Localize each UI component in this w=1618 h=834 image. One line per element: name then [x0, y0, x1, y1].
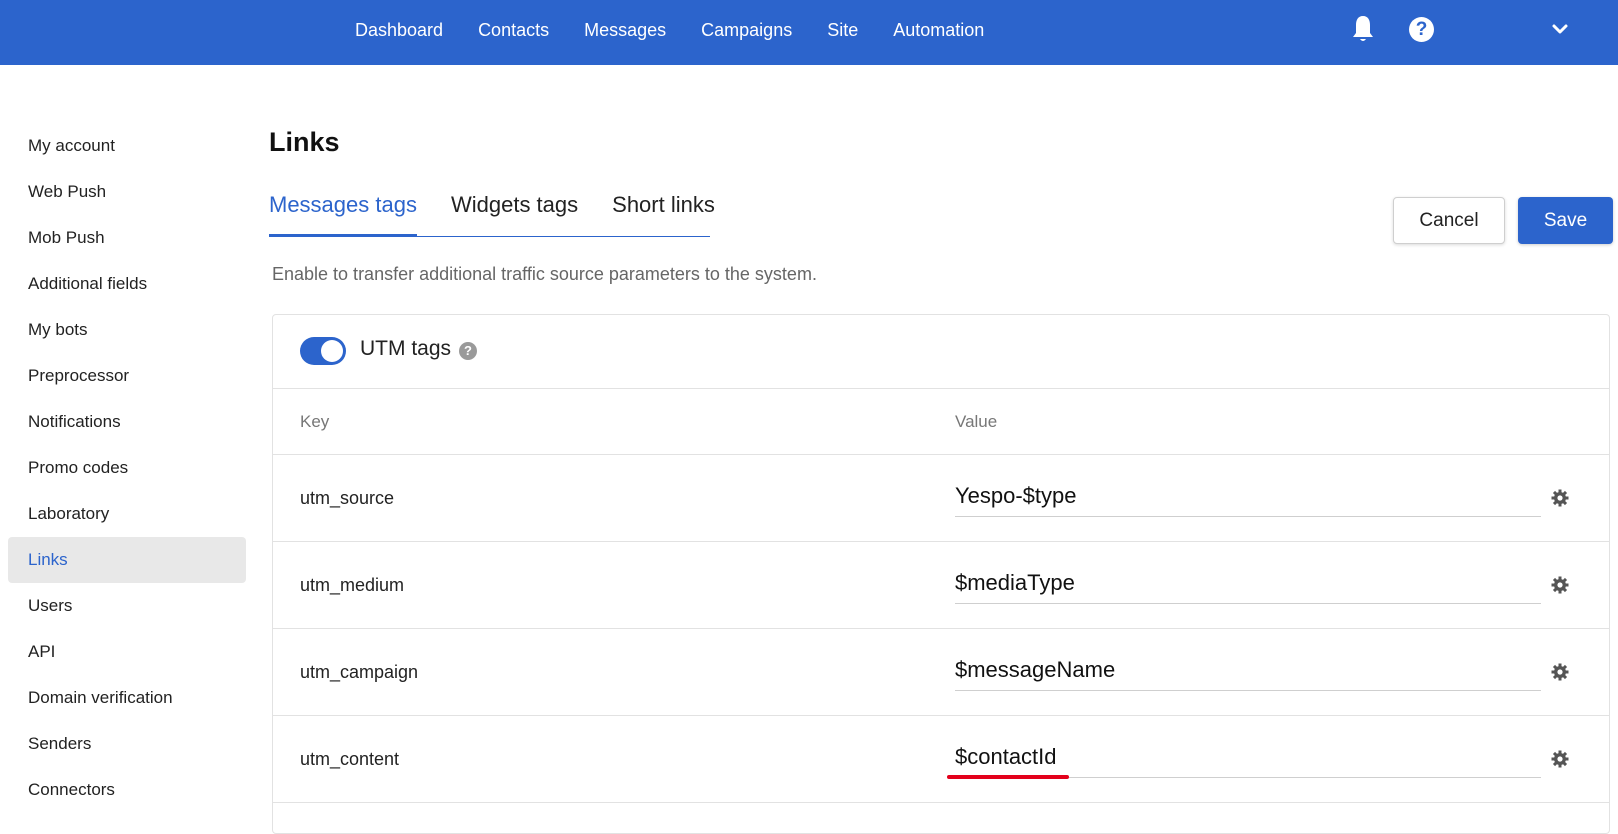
settings-sidebar: My account Web Push Mob Push Additional …: [8, 123, 246, 813]
gear-icon[interactable]: [1550, 488, 1570, 508]
column-header-value: Value: [955, 412, 998, 431]
table-row: utm_content $contactId: [273, 716, 1609, 803]
tab-widgets-tags[interactable]: Widgets tags: [451, 188, 578, 237]
row-key: utm_content: [300, 749, 400, 769]
main-nav: Dashboard Contacts Messages Campaigns Si…: [355, 0, 1019, 60]
utm-tags-label: UTM tags: [360, 337, 452, 360]
annotation-underline: [947, 775, 1069, 779]
table-row: utm_campaign $messageName: [273, 629, 1609, 716]
nav-site[interactable]: Site: [827, 20, 858, 41]
gear-icon[interactable]: [1550, 662, 1570, 682]
nav-automation[interactable]: Automation: [893, 20, 984, 41]
row-key: utm_medium: [300, 575, 405, 595]
table-row: utm_source Yespo-$type: [273, 455, 1609, 542]
sidebar-item-links[interactable]: Links: [8, 537, 246, 583]
sidebar-item-api[interactable]: API: [8, 629, 246, 675]
cancel-button[interactable]: Cancel: [1393, 197, 1505, 244]
page-title: Links: [269, 127, 340, 157]
table-header: Key Value: [273, 389, 1609, 455]
row-value-input[interactable]: $mediaType: [955, 564, 1541, 604]
table-row: utm_medium $mediaType: [273, 542, 1609, 629]
column-header-key: Key: [300, 412, 330, 431]
nav-dashboard[interactable]: Dashboard: [355, 20, 443, 41]
sidebar-item-laboratory[interactable]: Laboratory: [8, 491, 246, 537]
bell-icon[interactable]: [1351, 14, 1375, 44]
sidebar-item-promo-codes[interactable]: Promo codes: [8, 445, 246, 491]
sidebar-item-additional-fields[interactable]: Additional fields: [8, 261, 246, 307]
help-icon[interactable]: ?: [1409, 17, 1434, 42]
sidebar-item-my-bots[interactable]: My bots: [8, 307, 246, 353]
nav-messages[interactable]: Messages: [584, 20, 666, 41]
tab-messages-tags[interactable]: Messages tags: [269, 188, 417, 237]
tab-short-links[interactable]: Short links: [612, 188, 715, 237]
sidebar-item-connectors[interactable]: Connectors: [8, 767, 246, 813]
row-value-input[interactable]: $messageName: [955, 651, 1541, 691]
sidebar-item-senders[interactable]: Senders: [8, 721, 246, 767]
links-tabs: Messages tags Widgets tags Short links: [269, 188, 715, 237]
utm-toggle[interactable]: [300, 337, 346, 365]
utm-tags-card: UTM tags ? Key Value utm_source Yespo-$t…: [272, 314, 1610, 834]
sidebar-item-notifications[interactable]: Notifications: [8, 399, 246, 445]
row-value-input[interactable]: $contactId: [955, 738, 1541, 778]
nav-campaigns[interactable]: Campaigns: [701, 20, 792, 41]
sidebar-item-domain-verification[interactable]: Domain verification: [8, 675, 246, 721]
gear-icon[interactable]: [1550, 575, 1570, 595]
chevron-down-icon[interactable]: [1551, 20, 1569, 38]
top-navigation-bar: Dashboard Contacts Messages Campaigns Si…: [0, 0, 1618, 65]
sidebar-item-web-push[interactable]: Web Push: [8, 169, 246, 215]
row-key: utm_campaign: [300, 662, 419, 682]
save-button[interactable]: Save: [1518, 197, 1613, 244]
utm-card-header: UTM tags ?: [273, 315, 1609, 389]
sidebar-item-my-account[interactable]: My account: [8, 123, 246, 169]
sidebar-item-preprocessor[interactable]: Preprocessor: [8, 353, 246, 399]
row-key: utm_source: [300, 488, 395, 508]
sidebar-item-mob-push[interactable]: Mob Push: [8, 215, 246, 261]
nav-contacts[interactable]: Contacts: [478, 20, 549, 41]
row-value-input[interactable]: Yespo-$type: [955, 477, 1541, 517]
toggle-knob: [321, 340, 343, 362]
gear-icon[interactable]: [1550, 749, 1570, 769]
sidebar-item-users[interactable]: Users: [8, 583, 246, 629]
page-description: Enable to transfer additional traffic so…: [272, 264, 817, 284]
question-icon[interactable]: ?: [459, 342, 477, 360]
